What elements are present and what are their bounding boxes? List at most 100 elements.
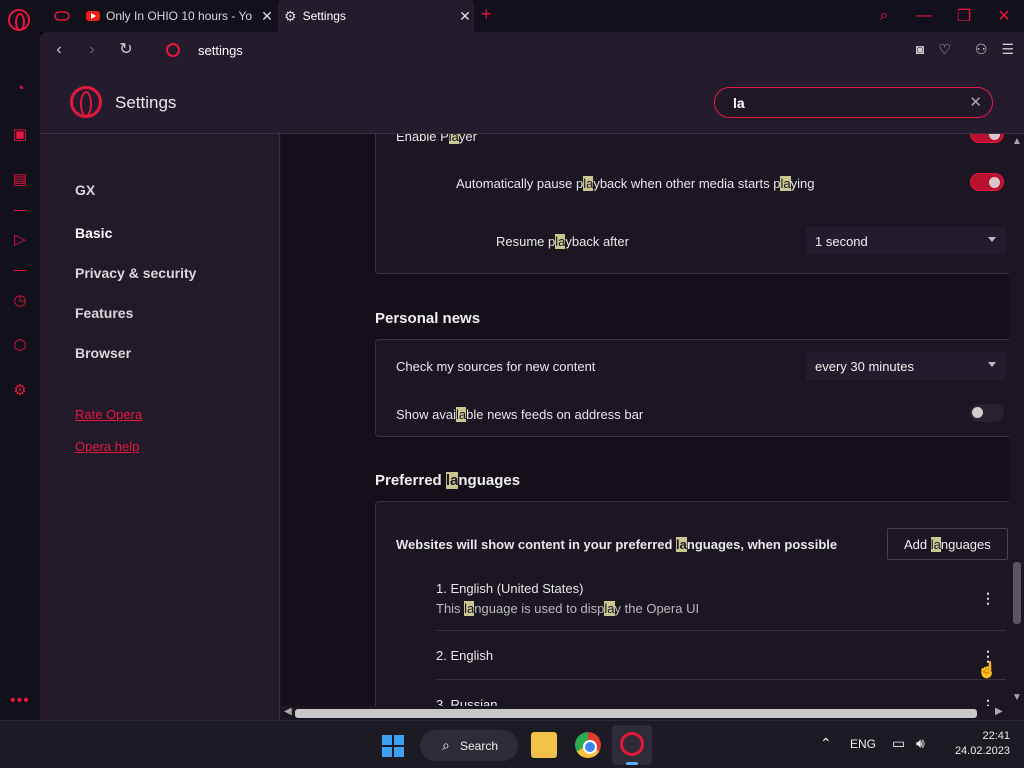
camera-icon[interactable]: ◙ [916, 41, 924, 58]
player-settings-card: Enable Player Automatically pause playba… [375, 134, 1009, 274]
nav-item-browser[interactable]: Browser [75, 345, 131, 361]
close-tab-icon[interactable]: ✕ [456, 8, 474, 25]
nav-item-privacy-security[interactable]: Privacy & security [75, 265, 196, 281]
opera-help-link[interactable]: Opera help [75, 439, 139, 454]
check-sources-label: Check my sources for new content [396, 359, 596, 374]
close-window-button[interactable]: ✕ [984, 6, 1024, 26]
easy-setup-icon[interactable]: ☰ [1001, 41, 1014, 58]
language-indicator[interactable]: ENG [850, 737, 876, 751]
file-explorer-icon[interactable] [531, 732, 557, 758]
opera-logo [70, 86, 102, 118]
history-icon[interactable]: ◷ [10, 291, 30, 311]
divider [436, 679, 1006, 680]
personal-news-card: Check my sources for new content every 3… [375, 339, 1009, 437]
scroll-thumb[interactable] [295, 709, 977, 718]
settings-gear-icon[interactable]: ⚙ [10, 381, 30, 401]
scroll-thumb[interactable] [1013, 562, 1021, 624]
clock-time: 22:41 [982, 730, 1010, 742]
language-more-icon[interactable]: ⋮ [980, 697, 996, 706]
gear-icon: ⚙ [284, 7, 297, 24]
gamepad-icon [54, 11, 70, 21]
more-icon[interactable]: ••• [10, 692, 30, 710]
heart-icon[interactable]: ♡ [938, 41, 951, 58]
scroll-left-arrow[interactable]: ◀ [284, 706, 292, 717]
speedometer-icon[interactable]: ◔ [10, 79, 30, 99]
rate-opera-link[interactable]: Rate Opera [75, 407, 142, 422]
twitch-icon[interactable]: ▤ [10, 170, 30, 190]
nav-item-features[interactable]: Features [75, 305, 133, 321]
check-sources-select[interactable]: every 30 minutes [806, 352, 1006, 380]
volume-icon[interactable]: 🔊︎ [916, 735, 925, 752]
cube-icon[interactable]: ⬡ [10, 336, 30, 356]
address-bar: ‹ › ↻ settings ◙ ♡ ⚇ ☰ [40, 32, 1024, 68]
scroll-right-arrow[interactable]: ▶ [995, 706, 1003, 717]
language-item-name: 1. English (United States) [436, 581, 584, 596]
search-tabs-icon[interactable]: ⌕ [864, 7, 904, 25]
sidebar-separator [14, 270, 26, 271]
horizontal-scrollbar[interactable]: ◀ ▶ [281, 706, 1009, 720]
nav-item-basic[interactable]: Basic [75, 225, 112, 241]
language-more-icon[interactable]: ⋮ [980, 590, 996, 606]
settings-content: Enable Player Automatically pause playba… [281, 134, 1009, 706]
divider [436, 630, 1006, 631]
gx-tab-icon[interactable] [48, 0, 76, 32]
scroll-down-arrow[interactable]: ▼ [1012, 692, 1022, 703]
settings-search-input[interactable]: la ✕ [714, 87, 993, 118]
preferred-languages-title: Preferred languages [375, 472, 521, 489]
forward-button[interactable]: › [82, 40, 102, 60]
resume-playback-value: 1 second [815, 234, 868, 249]
auto-pause-label: Automatically pause playback when other … [456, 176, 815, 191]
show-feeds-label: Show available news feeds on address bar [396, 407, 644, 422]
chevron-up-icon[interactable]: ⌃ [820, 735, 832, 752]
tab-settings[interactable]: ⚙ Settings ✕ [278, 0, 474, 32]
screen: Only In OHIO 10 hours - Yo ✕ ⚙ Settings … [0, 0, 1024, 768]
show-feeds-toggle[interactable] [970, 404, 1004, 422]
address-bar-actions: ◙ ♡ ⚇ ☰ [916, 41, 1014, 58]
back-button[interactable]: ‹ [49, 40, 69, 60]
tab-youtube[interactable]: Only In OHIO 10 hours - Yo ✕ [84, 0, 276, 32]
maximize-button[interactable]: ❐ [944, 6, 984, 26]
close-tab-icon[interactable]: ✕ [258, 8, 276, 25]
reload-button[interactable]: ↻ [116, 40, 136, 60]
languages-card: Websites will show content in your prefe… [375, 501, 1009, 706]
language-item-note: This language is used to display the Ope… [436, 601, 700, 616]
taskbar-search[interactable]: ⌕ Search [420, 730, 518, 761]
settings-page: Settings la ✕ GX Basic Privacy & securit… [40, 68, 1024, 720]
tab-title: Only In OHIO 10 hours - Yo [106, 9, 253, 23]
vertical-scrollbar[interactable]: ▲ ▼ [1009, 134, 1024, 706]
opera-site-icon [166, 43, 180, 57]
bag-icon[interactable]: ▣ [10, 125, 30, 145]
enable-player-toggle[interactable] [970, 134, 1004, 143]
resume-playback-select[interactable]: 1 second [806, 227, 1006, 255]
opera-menu-icon[interactable] [8, 9, 30, 31]
check-sources-value: every 30 minutes [815, 359, 914, 374]
chevron-down-icon [988, 362, 996, 367]
chrome-icon[interactable] [575, 732, 601, 758]
network-icon[interactable]: ▭ [892, 735, 905, 752]
search-value: la [733, 95, 745, 111]
settings-nav: GX Basic Privacy & security Features Bro… [40, 134, 280, 720]
new-tab-button[interactable]: + [481, 4, 492, 25]
personal-news-title: Personal news [375, 310, 481, 327]
windows-start-icon[interactable] [382, 735, 404, 757]
scroll-up-arrow[interactable]: ▲ [1012, 136, 1022, 147]
active-indicator [626, 762, 638, 765]
add-languages-button[interactable]: Add languages [887, 528, 1008, 560]
hand-cursor-icon: ☝ [977, 662, 997, 679]
languages-description: Websites will show content in your prefe… [396, 537, 838, 552]
taskbar: ⌕ Search ⌃ ENG ▭ 🔊︎ 22:41 24.02.2023 [0, 720, 1024, 768]
minimize-button[interactable]: — [904, 7, 944, 25]
player-icon[interactable]: ▷ [10, 230, 30, 250]
language-item-name: 2. English [436, 648, 494, 663]
taskbar-search-label: Search [460, 739, 499, 753]
auto-pause-toggle[interactable] [970, 173, 1004, 191]
youtube-icon [86, 11, 100, 21]
account-icon[interactable]: ⚇ [975, 41, 988, 58]
address-field[interactable]: settings [198, 43, 243, 58]
nav-item-gx[interactable]: GX [75, 182, 95, 198]
clear-search-icon[interactable]: ✕ [969, 93, 982, 111]
clock[interactable]: 22:41 24.02.2023 [955, 729, 1010, 759]
enable-player-label: Enable Player [396, 134, 477, 144]
tab-bar: Only In OHIO 10 hours - Yo ✕ ⚙ Settings … [0, 0, 1024, 32]
opera-gx-taskbar-button[interactable] [612, 725, 652, 765]
